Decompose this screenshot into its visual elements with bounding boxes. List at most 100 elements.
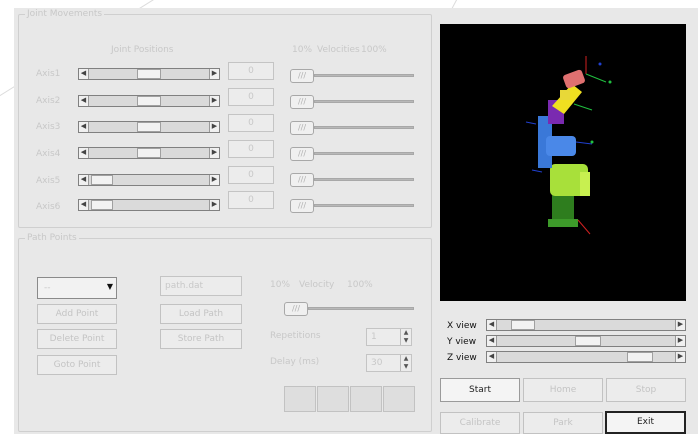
scroll-right-icon[interactable]: ▶ xyxy=(209,96,219,106)
start-button[interactable]: Start xyxy=(440,378,520,402)
store-path-button[interactable]: Store Path xyxy=(160,329,242,349)
scroll-left-icon[interactable]: ◀ xyxy=(79,148,89,158)
z-view-slider[interactable]: ◀ ▶ xyxy=(486,351,686,363)
axis5-velocity-track[interactable] xyxy=(314,178,414,181)
path-action-button-4[interactable] xyxy=(383,386,415,412)
axis4-velocity-track[interactable] xyxy=(314,152,414,155)
slider-thumb[interactable] xyxy=(137,69,161,79)
axis1-velocity-track[interactable] xyxy=(314,74,414,77)
path-point-select[interactable]: -- ▼ xyxy=(37,277,117,299)
axis-dot xyxy=(608,80,612,84)
axis4-position-slider[interactable]: ◀ ▶ xyxy=(78,147,220,159)
axis6-velocity-knob[interactable]: /// xyxy=(290,199,314,213)
axis6-velocity-track[interactable] xyxy=(314,204,414,207)
path-velocity-header: Velocity xyxy=(299,280,335,290)
path-velocity-max-label: 100% xyxy=(347,280,373,290)
scroll-left-icon[interactable]: ◀ xyxy=(487,336,497,346)
axis3-value: 0 xyxy=(228,114,274,132)
axis5-position-slider[interactable]: ◀ ▶ xyxy=(78,174,220,186)
scroll-right-icon[interactable]: ▶ xyxy=(209,200,219,210)
y-view-slider[interactable]: ◀ ▶ xyxy=(486,335,686,347)
slider-thumb[interactable] xyxy=(137,122,161,132)
slider-thumb[interactable] xyxy=(91,175,113,185)
slider-thumb[interactable] xyxy=(137,96,161,106)
axis-label: Axis5 xyxy=(36,176,61,186)
path-points-title: Path Points xyxy=(25,232,79,244)
axis-marker-x2 xyxy=(573,103,593,111)
axis-marker-y2 xyxy=(575,141,593,145)
slider-thumb[interactable] xyxy=(627,352,653,362)
goto-point-button[interactable]: Goto Point xyxy=(37,355,117,375)
path-action-button-2[interactable] xyxy=(317,386,349,412)
scroll-right-icon[interactable]: ▶ xyxy=(209,148,219,158)
delay-value: 30 xyxy=(371,358,383,368)
scroll-left-icon[interactable]: ◀ xyxy=(487,352,497,362)
delete-point-button[interactable]: Delete Point xyxy=(37,329,117,349)
axis-label: Axis4 xyxy=(36,149,61,159)
axis6-position-slider[interactable]: ◀ ▶ xyxy=(78,199,220,211)
axis1-value: 0 xyxy=(228,62,274,80)
scroll-left-icon[interactable]: ◀ xyxy=(79,69,89,79)
scroll-right-icon[interactable]: ▶ xyxy=(209,69,219,79)
axis-label: Axis3 xyxy=(36,122,61,132)
spin-down-icon[interactable]: ▼ xyxy=(400,337,411,345)
path-file-field[interactable]: path.dat xyxy=(160,276,242,296)
scroll-right-icon[interactable]: ▶ xyxy=(675,352,685,362)
home-button[interactable]: Home xyxy=(523,378,603,402)
repetitions-value: 1 xyxy=(371,332,377,342)
robot-control-window: Joint Movements Joint Positions 10% Velo… xyxy=(14,8,698,434)
scroll-left-icon[interactable]: ◀ xyxy=(79,96,89,106)
path-action-button-3[interactable] xyxy=(350,386,382,412)
spin-up-icon[interactable]: ▲ xyxy=(400,329,411,337)
scroll-left-icon[interactable]: ◀ xyxy=(79,175,89,185)
axis3-position-slider[interactable]: ◀ ▶ xyxy=(78,121,220,133)
scroll-left-icon[interactable]: ◀ xyxy=(79,200,89,210)
axis1-velocity-knob[interactable]: /// xyxy=(290,69,314,83)
spin-up-icon[interactable]: ▲ xyxy=(400,355,411,363)
path-velocity-knob[interactable]: /// xyxy=(284,302,308,316)
spin-down-icon[interactable]: ▼ xyxy=(400,363,411,371)
scroll-right-icon[interactable]: ▶ xyxy=(675,320,685,330)
axis2-velocity-knob[interactable]: /// xyxy=(290,95,314,109)
axis1-position-slider[interactable]: ◀ ▶ xyxy=(78,68,220,80)
stop-button[interactable]: Stop xyxy=(606,378,686,402)
axis3-velocity-track[interactable] xyxy=(314,126,414,129)
path-action-button-1[interactable] xyxy=(284,386,316,412)
load-path-button[interactable]: Load Path xyxy=(160,304,242,324)
path-velocity-track[interactable] xyxy=(308,307,414,310)
add-point-button[interactable]: Add Point xyxy=(37,304,117,324)
slider-thumb[interactable] xyxy=(575,336,601,346)
robot-wrist-joint xyxy=(560,90,570,100)
slider-thumb[interactable] xyxy=(91,200,113,210)
park-button[interactable]: Park xyxy=(523,412,603,434)
axis-label: Axis6 xyxy=(36,202,61,212)
axis2-position-slider[interactable]: ◀ ▶ xyxy=(78,95,220,107)
axis-label: Axis1 xyxy=(36,69,61,79)
calibrate-button[interactable]: Calibrate xyxy=(440,412,520,434)
delay-label: Delay (ms) xyxy=(270,357,320,367)
robot-mid-arm xyxy=(546,136,576,156)
exit-button[interactable]: Exit xyxy=(605,411,686,434)
axis3-velocity-knob[interactable]: /// xyxy=(290,121,314,135)
robot-lower-joint xyxy=(580,172,590,196)
scroll-right-icon[interactable]: ▶ xyxy=(209,175,219,185)
delay-spinbox[interactable]: 30 ▲ ▼ xyxy=(366,354,412,372)
axis5-value: 0 xyxy=(228,166,274,184)
x-view-slider[interactable]: ◀ ▶ xyxy=(486,319,686,331)
axis4-velocity-knob[interactable]: /// xyxy=(290,147,314,161)
axis-marker-z2 xyxy=(577,219,591,235)
repetitions-spinbox[interactable]: 1 ▲ ▼ xyxy=(366,328,412,346)
robot-base-plate xyxy=(548,219,578,227)
scroll-left-icon[interactable]: ◀ xyxy=(79,122,89,132)
dropdown-arrow-icon[interactable]: ▼ xyxy=(107,282,113,291)
axis2-velocity-track[interactable] xyxy=(314,100,414,103)
scroll-right-icon[interactable]: ▶ xyxy=(209,122,219,132)
repetitions-label: Repetitions xyxy=(270,331,321,341)
scroll-right-icon[interactable]: ▶ xyxy=(675,336,685,346)
velocity-min-label: 10% xyxy=(292,45,313,55)
scroll-left-icon[interactable]: ◀ xyxy=(487,320,497,330)
slider-thumb[interactable] xyxy=(137,148,161,158)
slider-thumb[interactable] xyxy=(511,320,535,330)
robot-3d-viewport[interactable] xyxy=(440,24,686,301)
axis5-velocity-knob[interactable]: /// xyxy=(290,173,314,187)
